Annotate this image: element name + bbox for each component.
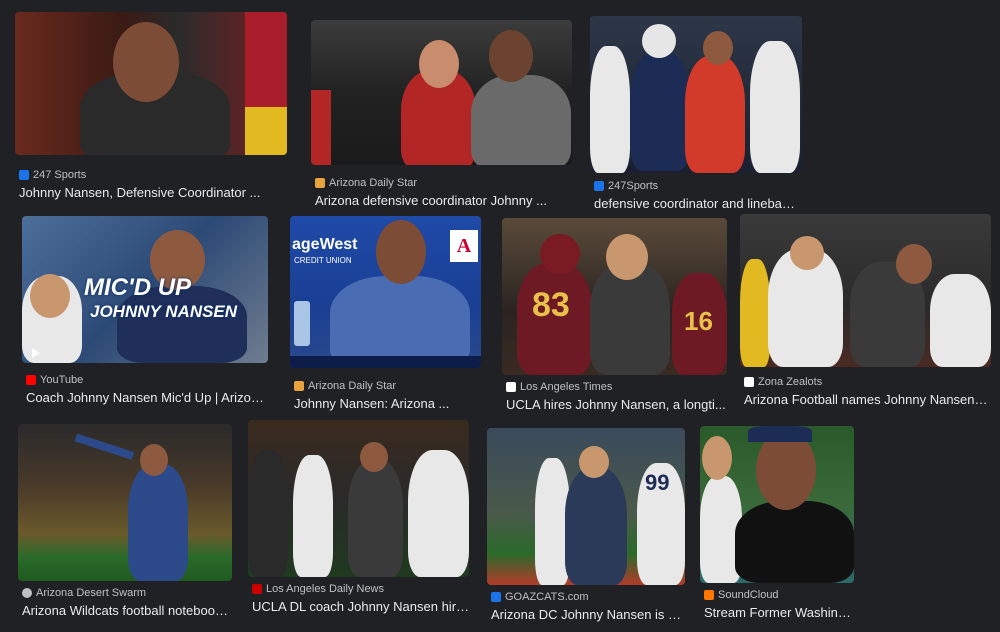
result-title[interactable]: Arizona DC Johnny Nansen is h... [491,607,686,622]
result-thumbnail[interactable] [590,16,802,173]
result-source: Los Angeles Daily News [252,583,384,595]
result-card[interactable]: Arizona Desert Swarm Arizona Wildcats fo… [18,424,234,620]
result-card[interactable]: Arizona Daily Star Arizona defensive coo… [311,20,573,210]
result-source: Zona Zealots [744,376,822,388]
result-source: 247 Sports [19,169,86,181]
result-card[interactable]: 247Sports defensive coordinator and line… [590,16,805,212]
source-favicon-icon [294,381,304,391]
source-favicon-icon [26,375,36,385]
result-title[interactable]: UCLA DL coach Johnny Nansen hire... [252,599,470,614]
sponsor-backdrop-subtext: CREDIT UNION [294,256,352,265]
result-source: SoundCloud [704,589,779,601]
source-favicon-icon [252,584,262,594]
result-title[interactable]: Johnny Nansen: Arizona ... [294,396,479,411]
arizona-logo-icon: A [450,230,478,262]
result-source: 247Sports [594,180,658,192]
result-thumbnail[interactable]: 83 16 [502,218,727,375]
result-source: Arizona Daily Star [315,177,417,189]
result-source: Los Angeles Times [506,381,612,393]
result-thumbnail[interactable] [700,426,854,583]
result-source: Arizona Daily Star [294,380,396,392]
result-thumbnail[interactable]: 99 [487,428,685,585]
result-title[interactable]: Johnny Nansen, Defensive Coordinator ... [19,185,287,200]
result-card[interactable]: Los Angeles Daily News UCLA DL coach Joh… [248,420,472,618]
result-card[interactable]: 99 GOAZCATS.com Arizona DC Johnny Nansen… [487,428,687,624]
source-favicon-icon [19,170,29,180]
result-card[interactable]: SoundCloud Stream Former Washing... [700,426,856,622]
result-thumbnail[interactable]: ageWest CREDIT UNION A [290,216,481,368]
result-thumbnail[interactable] [15,12,287,155]
result-thumbnail[interactable] [18,424,232,581]
result-card[interactable]: 83 16 Los Angeles Times UCLA hires Johnn… [502,218,730,414]
source-favicon-icon [744,377,754,387]
result-card[interactable]: Zona Zealots Arizona Football names John… [740,214,992,410]
result-title[interactable]: defensive coordinator and lineback... [594,196,799,211]
source-favicon-icon [22,588,32,598]
source-favicon-icon [704,590,714,600]
result-thumbnail[interactable] [248,420,469,577]
source-favicon-icon [491,592,501,602]
sponsor-backdrop-text: ageWest [292,236,358,253]
water-bottle [294,301,310,346]
result-thumbnail[interactable] [740,214,991,367]
result-title[interactable]: UCLA hires Johnny Nansen, a longti... [506,397,726,412]
result-card[interactable]: 247 Sports Johnny Nansen, Defensive Coor… [15,12,290,202]
video-overlay-subtitle: JOHNNY NANSEN [90,302,238,321]
jersey-number: 99 [645,470,670,495]
result-thumbnail[interactable] [311,20,572,165]
result-source: GOAZCATS.com [491,591,589,603]
result-thumbnail[interactable]: MIC'D UP JOHNNY NANSEN [22,216,268,363]
result-title[interactable]: Arizona Football names Johnny Nansen a..… [744,392,988,407]
result-title[interactable]: Coach Johnny Nansen Mic'd Up | Arizona..… [26,390,268,405]
source-favicon-icon [506,382,516,392]
result-title[interactable]: Stream Former Washing... [704,605,854,620]
result-title[interactable]: Arizona defensive coordinator Johnny ... [315,193,573,208]
result-title[interactable]: Arizona Wildcats football notebook... [22,603,232,618]
play-icon [32,348,40,358]
result-card[interactable]: MIC'D UP JOHNNY NANSEN YouTube Coach Joh… [22,216,272,408]
result-card[interactable]: ageWest CREDIT UNION A Arizona Daily Sta… [290,216,482,412]
source-favicon-icon [594,181,604,191]
jersey-number: 83 [532,286,570,324]
source-favicon-icon [315,178,325,188]
result-source: YouTube [26,374,83,386]
jersey-number: 16 [684,306,713,336]
result-source: Arizona Desert Swarm [22,587,146,599]
video-overlay-title: MIC'D UP [84,274,192,301]
